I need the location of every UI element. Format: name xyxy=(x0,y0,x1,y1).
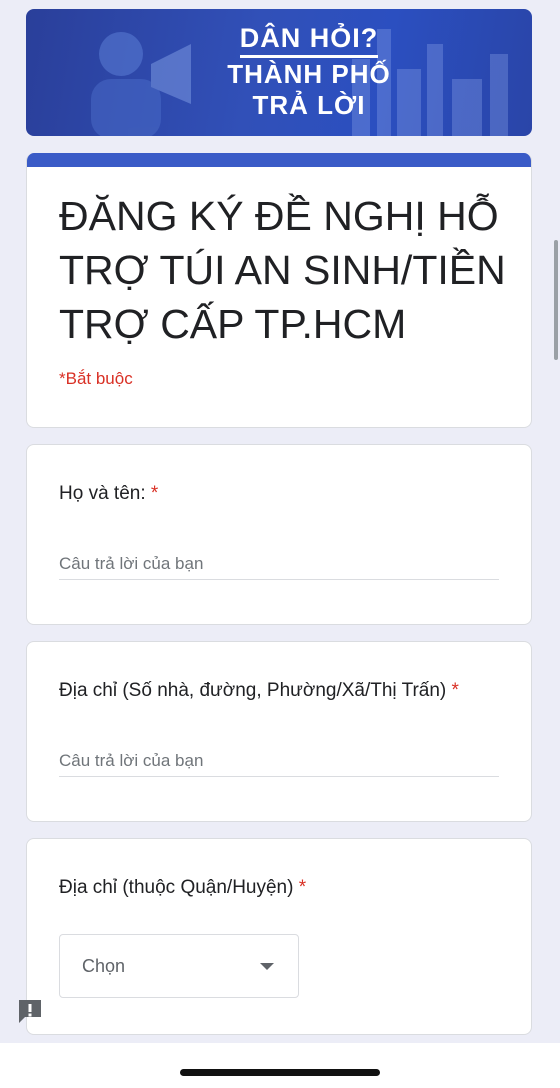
question-text: Địa chỉ (Số nhà, đường, Phường/Xã/Thị Tr… xyxy=(59,680,447,701)
banner-line-2: THÀNH PHỐ xyxy=(227,59,391,89)
question-text: Địa chỉ (thuộc Quận/Huyện) xyxy=(59,877,294,898)
banner-line-1: DÂN HỎI? xyxy=(239,23,379,58)
banner-title: DÂN HỎI? THÀNH PHỐ TRẢ LỜI xyxy=(26,23,532,120)
question-label: Địa chỉ (Số nhà, đường, Phường/Xã/Thị Tr… xyxy=(59,680,459,702)
accent-bar xyxy=(27,153,531,167)
caret-down-icon xyxy=(260,963,274,970)
required-note: *Bắt buộc xyxy=(59,369,133,388)
name-input[interactable] xyxy=(59,549,499,580)
district-select[interactable]: Chọn xyxy=(59,934,299,998)
question-card-address: Địa chỉ (Số nhà, đường, Phường/Xã/Thị Tr… xyxy=(26,641,532,822)
question-label: Họ và tên: * xyxy=(59,483,158,505)
question-card-name: Họ và tên: * xyxy=(26,444,532,625)
bottom-bar xyxy=(0,1043,560,1088)
required-asterisk: * xyxy=(298,877,307,898)
address-input[interactable] xyxy=(59,746,499,777)
scrollbar[interactable] xyxy=(554,240,558,360)
header-banner: DÂN HỎI? THÀNH PHỐ TRẢ LỜI xyxy=(26,9,532,136)
form-title-card: ĐĂNG KÝ ĐỀ NGHỊ HỖ TRỢ TÚI AN SINH/TIỀN … xyxy=(26,153,532,428)
required-asterisk: * xyxy=(451,680,459,701)
required-asterisk: * xyxy=(150,483,159,504)
form-title: ĐĂNG KÝ ĐỀ NGHỊ HỖ TRỢ TÚI AN SINH/TIỀN … xyxy=(59,193,506,347)
question-label: Địa chỉ (thuộc Quận/Huyện) * xyxy=(59,877,306,899)
question-card-district: Địa chỉ (thuộc Quận/Huyện) * Chọn xyxy=(26,838,532,1035)
banner-line-3: TRẢ LỜI xyxy=(252,90,366,120)
report-feedback-icon[interactable] xyxy=(16,997,44,1025)
question-text: Họ và tên: xyxy=(59,483,146,504)
home-indicator[interactable] xyxy=(180,1069,380,1076)
select-value: Chọn xyxy=(82,956,126,976)
